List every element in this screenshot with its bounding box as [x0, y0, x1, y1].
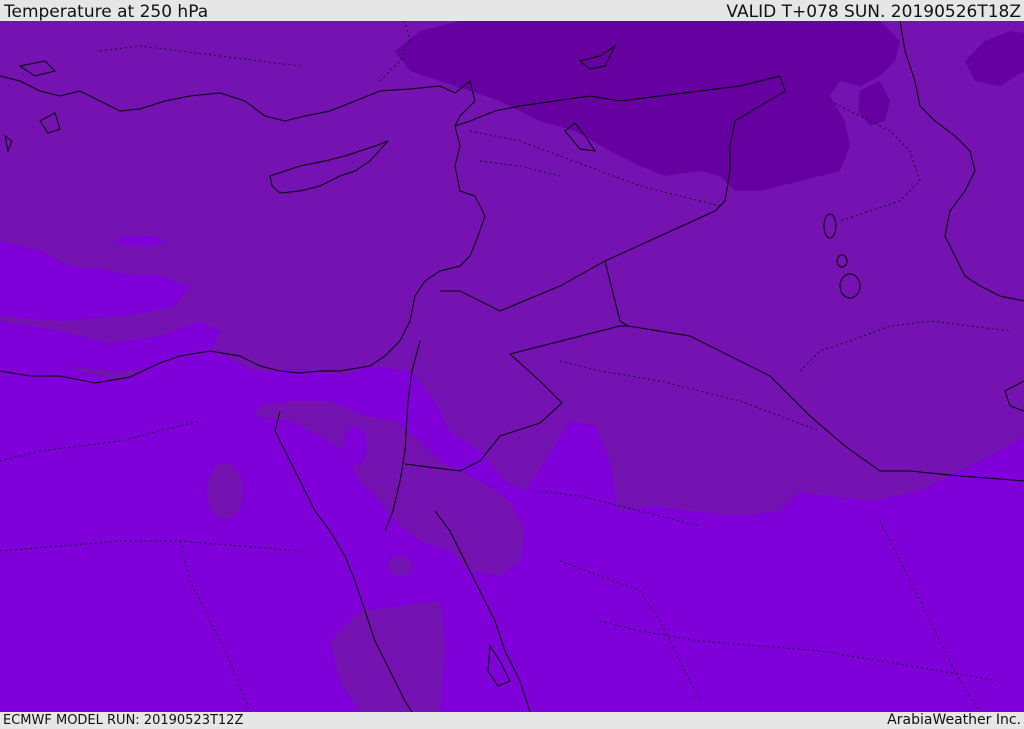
temp-blob-3 [343, 426, 367, 466]
weather-map [0, 21, 1024, 712]
temperature-map-svg [0, 21, 1024, 712]
temp-blob-4 [388, 556, 412, 576]
map-header: Temperature at 250 hPa VALID T+078 SUN. … [0, 0, 1024, 21]
model-run-label: ECMWF MODEL RUN: 20190523T12Z [3, 713, 244, 728]
temp-blob-5 [207, 463, 243, 519]
credit-label: ArabiaWeather Inc. [887, 712, 1021, 728]
valid-time: VALID T+078 SUN. 20190526T18Z [726, 2, 1021, 22]
temp-blob-2 [77, 268, 113, 278]
map-title: Temperature at 250 hPa [4, 2, 209, 22]
map-footer: ECMWF MODEL RUN: 20190523T12Z ArabiaWeat… [0, 712, 1024, 729]
temp-blob-1 [115, 236, 165, 246]
